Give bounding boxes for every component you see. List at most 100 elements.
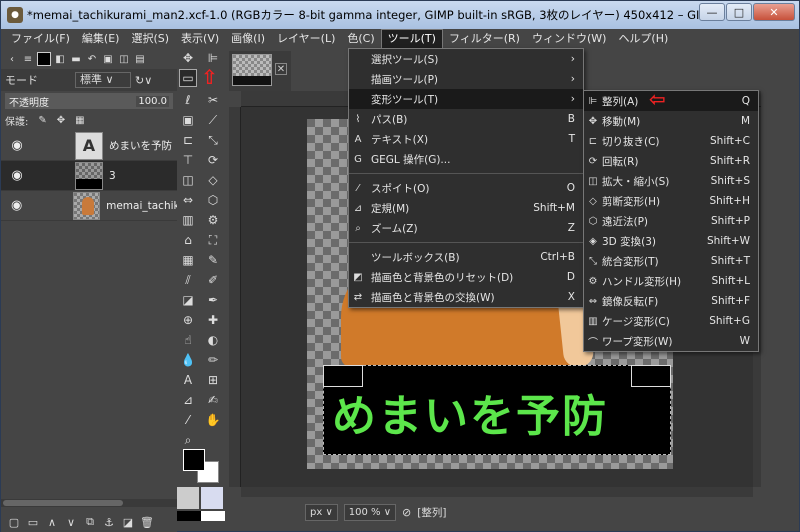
delete-layer-icon[interactable]: 🗑 [140,515,154,529]
new-layer-icon[interactable]: ▢ [7,515,21,529]
menu-view[interactable]: 表示(V) [175,29,225,49]
layer-row-selected[interactable]: ◉ 3 [1,161,177,191]
menu-item-shear[interactable]: ◇ 剪断変形(H) Shift+H [584,191,758,211]
opacity-value[interactable]: 100.0 [136,95,169,107]
pattern-preview[interactable] [201,487,223,509]
ink-tool-icon[interactable]: ✒ [204,291,222,309]
vertical-ruler[interactable] [229,107,241,487]
scissors-tool-icon[interactable]: ✂ [204,91,222,109]
channels-tab-icon[interactable]: ◧ [53,52,67,66]
paths-tab-icon[interactable]: ▬ [69,52,83,66]
menu-item-align[interactable]: ⊫ 整列(A) Q [584,91,758,111]
perspective-tool-icon[interactable]: ⬡ [204,191,222,209]
blur-tool-icon[interactable]: 💧 [179,351,197,369]
color-picker-tool-icon[interactable]: ✍ [204,391,222,409]
rect-select-tool-icon[interactable]: ▭ [179,69,197,87]
paths-tool-icon[interactable]: ⌂ [179,231,197,249]
menu-item-selection-tools[interactable]: 選択ツール(S) › [349,49,583,69]
menu-item-flip[interactable]: ⇔ 鏡像反転(F) Shift+F [584,291,758,311]
menu-filters[interactable]: フィルター(R) [443,29,526,49]
menu-item-perspective[interactable]: ⬡ 遠近法(P) Shift+P [584,211,758,231]
menu-item-measure[interactable]: ⊿ 定規(M) Shift+M [349,198,583,218]
minimize-button[interactable]: — [699,3,725,21]
maximize-button[interactable]: □ [726,3,752,21]
duplicate-layer-icon[interactable]: ⧉ [83,515,97,529]
menu-item-crop[interactable]: ⊏ 切り抜き(C) Shift+C [584,131,758,151]
lock-pixels-icon[interactable]: ✎ [38,115,46,126]
menu-item-toolbox[interactable]: ツールボックス(B) Ctrl+B [349,247,583,267]
visibility-eye-icon[interactable]: ◉ [7,198,26,213]
wand-tool-icon[interactable]: ⟋ [204,111,222,129]
menu-windows[interactable]: ウィンドウ(W) [526,29,612,49]
blend-tool-icon[interactable]: ▦ [179,251,197,269]
cage-tool-icon[interactable]: ▥ [179,211,197,229]
layer-name[interactable]: memai_tachik [106,200,177,212]
airbrush-tool-icon[interactable]: ✐ [204,271,222,289]
anchor-layer-icon[interactable]: ⚓ [102,515,116,529]
mode-select[interactable]: 標準 ∨ [75,72,131,88]
move-tool-icon[interactable]: ✥ [179,49,197,67]
heal-tool-icon[interactable]: ✚ [204,311,222,329]
menu-item-paint-tools[interactable]: 描画ツール(P) › [349,69,583,89]
layer-row[interactable]: ◉ memai_tachik [1,191,177,221]
menu-item-swap-colors[interactable]: ⇄ 描画色と背景色の交換(W) X [349,287,583,307]
menu-item-cage-transform[interactable]: ▥ ケージ変形(C) Shift+G [584,311,758,331]
text-tool-icon[interactable]: A [179,371,197,389]
layer-name[interactable]: めまいを予防 [109,138,172,153]
menu-item-unified-transform[interactable]: ⤡ 統合変形(T) Shift+T [584,251,758,271]
dodge-tool-icon[interactable]: ◐ [204,331,222,349]
image-tab[interactable]: ✕ [229,51,291,91]
mypaint-tool-icon[interactable]: ✏ [204,351,222,369]
composite-mode-icon[interactable]: ↻∨ [135,74,161,87]
menu-item-gegl[interactable]: G GEGL 操作(G)... [349,149,583,169]
chevron-left-icon[interactable]: ‹ [5,52,19,66]
opacity-slider[interactable]: 不透明度 100.0 [5,93,173,109]
mask-layer-icon[interactable]: ◪ [121,515,135,529]
menu-edit[interactable]: 編集(E) [76,29,126,49]
transform-handle[interactable] [323,365,363,387]
layer-row[interactable]: ◉ A めまいを予防 [1,131,177,161]
smudge-tool-icon[interactable]: ☝ [179,331,197,349]
lasso-tool-icon[interactable]: ℓ [179,91,197,109]
measure-tool-icon[interactable]: ⊿ [179,391,197,409]
visibility-eye-icon[interactable]: ◉ [7,138,27,153]
menu-layer[interactable]: レイヤー(L) [271,29,341,49]
menu-item-rotate[interactable]: ⟳ 回転(R) Shift+R [584,151,758,171]
menu-item-reset-colors[interactable]: ◩ 描画色と背景色のリセット(D) D [349,267,583,287]
menu-colors[interactable]: 色(C) [341,29,380,49]
fg-bg-colors[interactable] [183,449,223,485]
menu-item-transform-tools[interactable]: 変形ツール(T) › [349,89,583,109]
layers-scrollbar[interactable] [1,499,177,507]
fuzzy-select-tool-icon[interactable]: ▣ [179,111,197,129]
close-tab-icon[interactable]: ✕ [275,63,287,75]
transform-handle[interactable] [631,365,671,387]
cancel-icon[interactable]: ⊘ [402,506,411,519]
raise-layer-icon[interactable]: ∧ [45,515,59,529]
flip-tool-icon[interactable]: ⇔ [179,191,197,209]
new-group-icon[interactable]: ▭ [26,515,40,529]
close-button[interactable]: ✕ [753,3,795,21]
crop-tool-icon[interactable]: ⊏ [179,131,197,149]
menu-item-move[interactable]: ✥ 移動(M) M [584,111,758,131]
lower-layer-icon[interactable]: ∨ [64,515,78,529]
menu-image[interactable]: 画像(I) [225,29,271,49]
menu-tools[interactable]: ツール(T) [380,29,443,49]
foreground-color-swatch[interactable] [183,449,205,471]
gradient-preview[interactable] [177,511,225,521]
gegl-tool-icon[interactable]: ⊞ [204,371,222,389]
rotate-tool-icon[interactable]: ⟳ [204,151,222,169]
hand-tool-icon[interactable]: ✋ [204,411,222,429]
brush-preview[interactable] [177,487,199,509]
menu-select[interactable]: 選択(S) [125,29,175,49]
visibility-eye-icon[interactable]: ◉ [7,168,27,183]
handle-transform-icon[interactable]: ⚙ [204,211,222,229]
paintbrush-tool-icon[interactable]: ⫽ [179,271,197,289]
layers-tab-icon[interactable]: ≡ [21,52,35,66]
menu-file[interactable]: ファイル(F) [5,29,76,49]
unit-select[interactable]: px ∨ [305,503,338,521]
menu-item-eyedropper[interactable]: ⁄ スポイト(O) O [349,178,583,198]
horizontal-scrollbar[interactable] [241,487,753,497]
scale-tool-icon[interactable]: ◫ [179,171,197,189]
color-swatch-icon[interactable] [37,52,51,66]
shear-tool-icon[interactable]: ◇ [204,171,222,189]
